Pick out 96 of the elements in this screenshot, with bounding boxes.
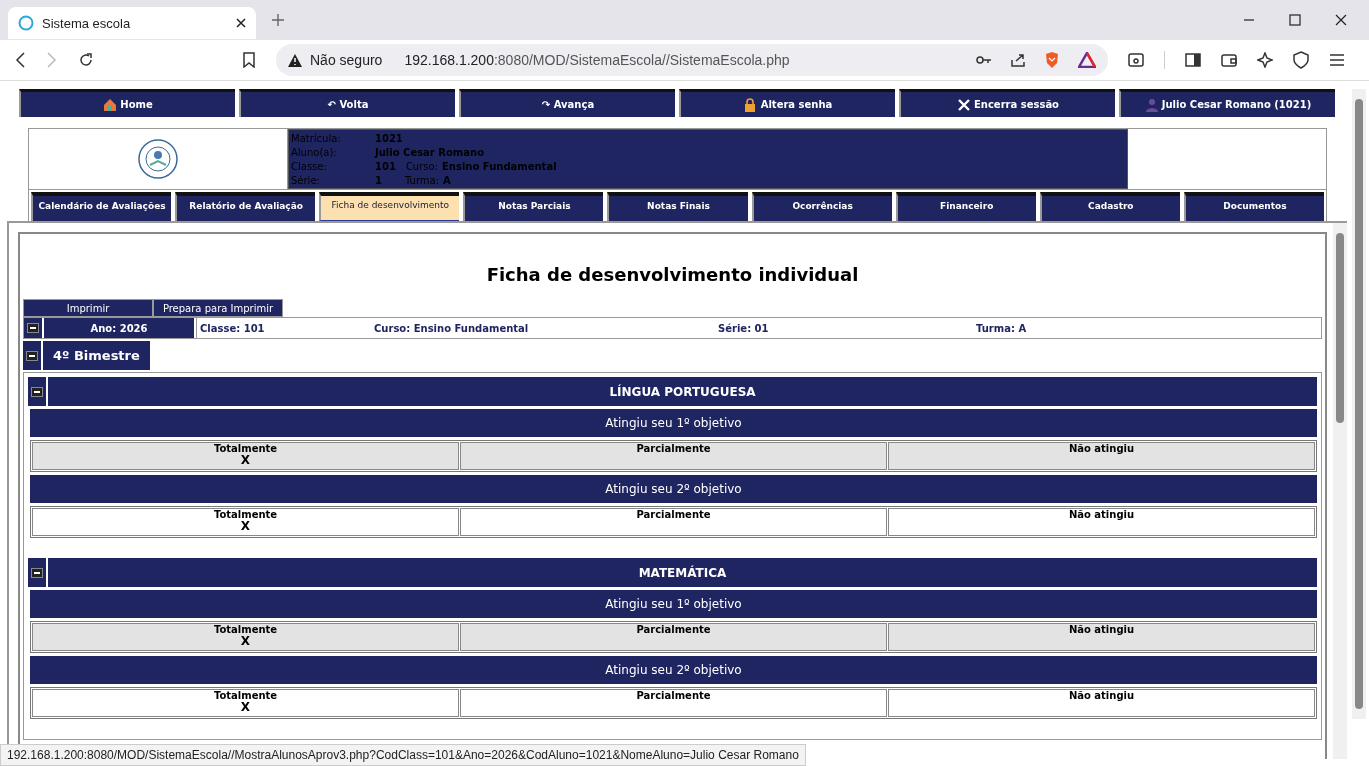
info-label: Classe: — [291, 160, 328, 172]
info-value: A — [443, 174, 452, 186]
close-icon[interactable] — [236, 18, 246, 28]
tab[interactable]: Calendário de Avaliações — [31, 192, 172, 221]
print-button[interactable]: Prepara para Imprimir — [153, 299, 283, 317]
info-field: Série: 01 — [718, 322, 976, 334]
info-label: Aluno(a): — [291, 146, 338, 158]
site-logo-icon — [18, 15, 34, 31]
option-label: Totalmente — [213, 690, 278, 701]
option-label: Parcialmente — [636, 624, 711, 635]
info-label: Matrícula: — [291, 132, 342, 144]
warning-icon — [288, 53, 302, 67]
info-field: Turma: A — [976, 322, 1321, 334]
user-icon — [1144, 97, 1159, 112]
mark: X — [240, 635, 251, 647]
option-label: Não atingiu — [1068, 443, 1135, 454]
nav-button[interactable]: ↶ Volta — [239, 89, 455, 117]
objective-header: Atingiu seu 2º objetivo — [30, 475, 1317, 503]
objective-header: Atingiu seu 1º objetivo — [30, 590, 1317, 618]
mark: X — [240, 454, 251, 466]
collapse-toggle[interactable] — [24, 318, 42, 338]
tab[interactable]: Notas Finais — [607, 192, 748, 221]
close-icon — [957, 97, 971, 112]
tab[interactable]: Documentos — [1183, 192, 1324, 221]
minus-icon — [31, 567, 43, 578]
security-label: Não seguro — [310, 52, 383, 68]
info-label: Turma: — [405, 174, 440, 186]
info-value: 1 — [375, 174, 383, 186]
window-search-icon[interactable] — [1128, 53, 1144, 67]
option-label: Não atingiu — [1068, 690, 1135, 701]
collapse-toggle[interactable] — [28, 377, 48, 406]
option-label: Totalmente — [213, 624, 278, 635]
nav-button[interactable]: Home — [19, 89, 235, 117]
sidebar-icon[interactable] — [1185, 53, 1201, 67]
share-icon[interactable] — [1010, 52, 1026, 68]
url-text: 192.168.1.200:8080/MOD/SistemaEscola//SistemaEscola.php — [404, 52, 790, 68]
option-label: Totalmente — [213, 509, 278, 520]
option-label: Não atingiu — [1068, 509, 1135, 520]
objective-header: Atingiu seu 2º objetivo — [30, 656, 1317, 684]
nav-button[interactable]: Julio Cesar Romano (1021) — [1119, 89, 1335, 117]
address-bar[interactable]: Não seguro 192.168.1.200:8080/MOD/SistemaEscola//SistemaEscola.php — [276, 44, 1108, 76]
collapse-toggle[interactable] — [28, 558, 48, 587]
bookmark-icon[interactable] — [242, 52, 256, 68]
minus-icon — [27, 323, 39, 333]
option-label: Totalmente — [213, 443, 278, 454]
nav-button[interactable]: Encerra sessão — [899, 89, 1115, 117]
subject-header: MATEMÁTICA — [637, 564, 728, 582]
tab[interactable]: Ocorrências — [751, 192, 892, 221]
subject-header: LÍNGUA PORTUGUESA — [608, 383, 757, 401]
nav-button[interactable]: ↷ Avança — [459, 89, 675, 117]
status-url: 192.168.1.200:8080/MOD/SistemaEscola//MostraAlunosAprov3.php?CodClass=101&Ano=2026&CodAluno=1021&NomeAluno=Julio Cesar Romano — [0, 744, 806, 766]
tab[interactable]: Notas Parciais — [463, 192, 604, 221]
browser-tab[interactable]: Sistema escola — [8, 7, 256, 39]
maximize-icon[interactable] — [1289, 14, 1301, 26]
year-label: Ano: 2026 — [44, 318, 194, 338]
info-field: Classe: 101 — [200, 322, 374, 334]
scrollbar[interactable] — [1333, 223, 1347, 759]
option-label: Parcialmente — [636, 443, 711, 454]
sparkle-icon[interactable] — [1257, 52, 1273, 68]
shield-icon[interactable] — [1293, 51, 1309, 69]
wallet-icon[interactable] — [1221, 53, 1237, 67]
info-value: Ensino Fundamental — [442, 160, 557, 172]
close-icon[interactable] — [1335, 14, 1347, 26]
page-title: Ficha de desenvolvimento individual — [485, 264, 860, 285]
minus-icon — [26, 350, 38, 361]
info-label: Série: — [291, 174, 321, 186]
reload-icon[interactable] — [78, 52, 94, 68]
mark: X — [240, 701, 251, 713]
collapse-toggle[interactable] — [23, 341, 41, 370]
option-label: Não atingiu — [1068, 624, 1135, 635]
tab[interactable]: Cadastro — [1039, 192, 1180, 221]
school-logo-icon — [138, 139, 178, 179]
lock-icon — [743, 97, 758, 112]
option-label: Parcialmente — [636, 509, 711, 520]
period-label: 4º Bimestre — [43, 341, 150, 370]
tab[interactable]: Relatório de Avaliação — [175, 192, 316, 221]
info-label: Curso: — [405, 160, 438, 172]
house-icon — [103, 97, 118, 112]
triangle-icon[interactable] — [1078, 52, 1096, 68]
menu-icon[interactable] — [1329, 53, 1345, 67]
info-field: Curso: Ensino Fundamental — [374, 322, 718, 334]
minus-icon — [31, 386, 43, 397]
info-value: 1021 — [375, 132, 403, 144]
tab[interactable]: Financeiro — [895, 192, 1036, 221]
info-value: Julio Cesar Romano — [375, 146, 484, 158]
option-label: Parcialmente — [636, 690, 711, 701]
scrollbar[interactable] — [1352, 89, 1366, 719]
back-icon[interactable] — [14, 52, 26, 68]
mark: X — [240, 520, 251, 532]
print-button[interactable]: Imprimir — [23, 299, 153, 317]
tab[interactable]: Ficha de desenvolvimento — [319, 192, 460, 221]
plus-icon[interactable] — [272, 14, 284, 26]
nav-button[interactable]: Altera senha — [679, 89, 895, 117]
objective-header: Atingiu seu 1º objetivo — [30, 409, 1317, 437]
key-icon[interactable] — [976, 55, 992, 65]
info-value: 101 — [375, 160, 396, 172]
